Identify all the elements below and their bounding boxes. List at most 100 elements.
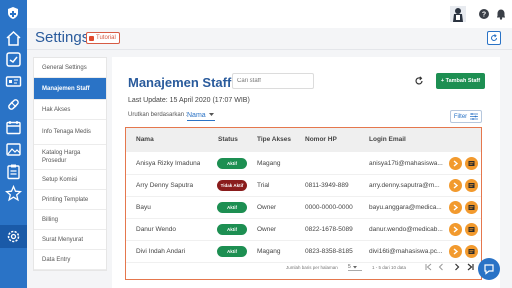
user-avatar[interactable] [447,3,469,25]
card-action-button[interactable] [465,201,478,214]
card-action-button[interactable] [465,179,478,192]
menu-item-label: Setup Komisi [42,176,78,183]
col-nomor-hp[interactable]: Nomor HP [305,136,337,143]
chevron-right-icon [455,263,460,271]
clipboard-icon[interactable] [5,163,22,180]
menu-item-hak-akses[interactable]: Hak Akses [34,100,106,120]
menu-item-label: Printing Template [42,196,89,203]
pill-icon[interactable] [5,96,22,113]
menu-item-manajemen-staff[interactable]: Manajemen Staff [34,78,106,100]
menu-item-surat-menyurat[interactable]: Surat Menyurat [34,230,106,250]
star-icon[interactable] [5,185,22,202]
detail-arrow-button[interactable] [449,245,462,258]
col-tipe-akses[interactable]: Tipe Akses [257,136,291,143]
staff-table: Nama Status Tipe Akses Nomor HP Login Em… [125,127,482,280]
tutorial-button[interactable]: Tutorial [86,32,120,44]
cell-email: arry.denny.saputra@m... [369,182,440,189]
sort-label: Urutkan berdasarkan : [128,112,188,118]
status-badge: Aktif [217,158,247,169]
chat-icon [484,264,494,275]
first-page-button[interactable] [423,262,433,272]
cell-access: Owner [257,204,277,211]
last-page-button[interactable] [466,262,476,272]
menu-item-data-entry[interactable]: Data Entry [34,250,106,270]
cell-phone: 0823-8358-8185 [305,248,353,255]
menu-item-billing[interactable]: Billing [34,210,106,230]
tutorial-label: Tutorial [96,35,116,41]
cell-email: divi16ti@mahasiswa.pc... [369,248,443,255]
card-action-button[interactable] [465,245,478,258]
staff-panel: Manajemen Staff + Tambah Staff Last Upda… [112,57,500,288]
status-badge: Aktif [217,224,247,235]
last-page-icon [467,263,474,271]
detail-arrow-button[interactable] [449,157,462,170]
chevron-left-icon [438,263,443,271]
id-card-icon[interactable] [5,73,22,90]
play-icon [89,35,94,41]
add-staff-button[interactable]: + Tambah Staff [436,73,485,89]
id-card-icon [468,205,475,210]
filter-button[interactable]: Filter [450,110,482,123]
menu-item-setup-komisi[interactable]: Setup Komisi [34,170,106,190]
refresh-icon[interactable] [414,76,424,86]
table-row[interactable]: Anisya Rizky Imaduna Aktif Magang anisya… [126,153,481,175]
menu-item-general-settings[interactable]: General Settings [34,58,106,78]
cell-access: Trial [257,182,270,189]
cell-access: Owner [257,226,277,233]
side-rail [0,0,27,288]
menu-item-label: Katalog Harga Prosedur [42,150,81,164]
gear-icon[interactable] [0,225,27,248]
chevron-down-icon [208,113,214,116]
detail-arrow-button[interactable] [449,223,462,236]
top-bar: ? [27,0,512,28]
table-row[interactable]: Bayu Aktif Owner 0000-0000-0000 bayu.ang… [126,197,481,219]
table-row[interactable]: Divi Indah Andari Aktif Magang 0823-8358… [126,241,481,263]
sort-select[interactable]: Nama [187,110,215,121]
home-icon[interactable] [5,30,22,47]
settings-menu: General Settings Manajemen Staff Hak Aks… [33,57,107,271]
rows-per-page-select[interactable]: 5 [348,264,362,271]
col-status[interactable]: Status [218,136,238,143]
cell-email: bayu.anggara@medica... [369,204,442,211]
page-refresh-button[interactable] [487,31,501,45]
cell-access: Magang [257,160,281,167]
id-card-icon [468,249,475,254]
first-page-icon [425,263,432,271]
bell-icon[interactable] [495,8,507,20]
card-action-button[interactable] [465,157,478,170]
chevron-right-icon [453,160,459,167]
detail-arrow-button[interactable] [449,201,462,214]
image-icon[interactable] [5,141,22,158]
cell-name: Arry Denny Saputra [136,182,194,189]
checkbox-icon[interactable] [5,51,22,68]
calendar-icon[interactable] [5,119,22,136]
section-title: Manajemen Staff [128,75,232,90]
page-title: Settings [35,29,90,46]
menu-item-printing-template[interactable]: Printing Template [34,190,106,210]
menu-item-katalog-harga[interactable]: Katalog Harga Prosedur [34,145,106,170]
col-login-email[interactable]: Login Email [369,136,406,143]
search-input[interactable] [232,73,314,89]
cell-email: anisya17ti@mahasiswa... [369,160,443,167]
filter-icon [470,113,479,120]
table-row[interactable]: Danur Wendo Aktif Owner 0822-1678-5089 d… [126,219,481,241]
id-card-icon [468,161,475,166]
menu-item-info-tenaga-medis[interactable]: Info Tenaga Medis [34,120,106,145]
previous-page-button[interactable] [436,262,446,272]
card-action-button[interactable] [465,223,478,236]
next-page-button[interactable] [452,262,462,272]
page-range: 1 - 5 dari 10 data [372,265,407,270]
cell-name: Danur Wendo [136,226,176,233]
cell-phone: 0811-3949-889 [305,182,349,189]
rows-per-page-value: 5 [348,264,351,270]
chat-button[interactable] [478,258,500,280]
cell-phone: 0000-0000-0000 [305,204,353,211]
menu-item-label: Data Entry [42,256,71,263]
id-card-icon [468,183,475,188]
help-icon[interactable]: ? [478,8,490,20]
page-header: Settings Tutorial [27,28,512,50]
table-row[interactable]: Arry Denny Saputra Tidak Aktif Trial 081… [126,175,481,197]
detail-arrow-button[interactable] [449,179,462,192]
col-nama[interactable]: Nama [136,136,154,143]
menu-item-label: Hak Akses [42,106,71,113]
